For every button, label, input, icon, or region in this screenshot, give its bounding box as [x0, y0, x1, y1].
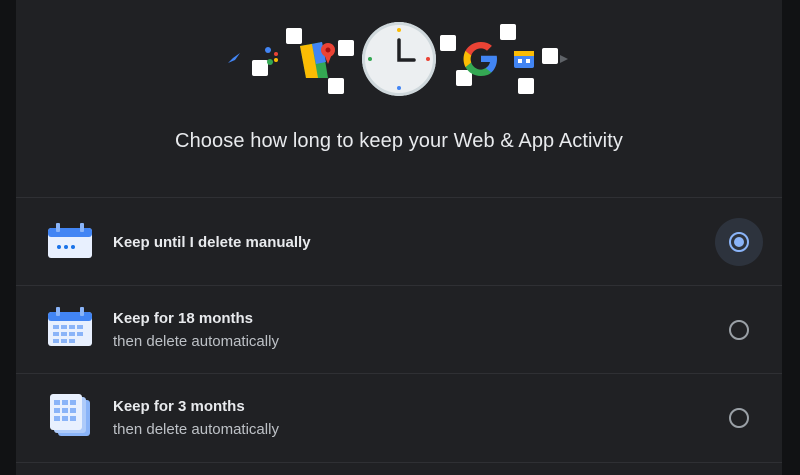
- decor-square: [542, 48, 558, 64]
- divider: [16, 285, 782, 286]
- activity-controls-panel: Choose how long to keep your Web & App A…: [16, 0, 782, 475]
- option-title: Keep for 18 months: [113, 310, 254, 327]
- rocket-icon: [228, 53, 240, 63]
- option-title: Keep until I delete manually: [113, 234, 311, 251]
- option-keep-manual[interactable]: Keep until I delete manually: [16, 200, 782, 284]
- option-subtitle: then delete automatically: [113, 333, 279, 350]
- calendar-icon: [48, 223, 92, 258]
- divider: [16, 462, 782, 463]
- divider: [16, 373, 782, 374]
- google-logo-icon: [463, 42, 497, 76]
- clock-icon: [362, 22, 436, 96]
- option-title: Keep for 3 months: [113, 398, 245, 415]
- option-keep-18-months[interactable]: Keep for 18 months then delete automatic…: [16, 288, 782, 372]
- decor-square: [518, 78, 534, 94]
- assistant-icon: [265, 47, 278, 65]
- decor-square: [500, 24, 516, 40]
- header-illustration: [16, 0, 782, 110]
- store-icon: [514, 51, 534, 68]
- option-subtitle: then delete automatically: [113, 421, 279, 438]
- decor-square: [338, 40, 354, 56]
- calendar-stack-icon: [50, 394, 90, 436]
- radio-button[interactable]: [729, 408, 749, 428]
- decor-square: [328, 78, 344, 94]
- play-icon: [560, 55, 568, 63]
- calendar-grid-icon: [48, 307, 92, 346]
- page-title: Choose how long to keep your Web & App A…: [175, 130, 623, 152]
- screen: Choose how long to keep your Web & App A…: [0, 0, 800, 475]
- decor-square: [440, 35, 456, 51]
- option-keep-3-months[interactable]: Keep for 3 months then delete automatica…: [16, 376, 782, 460]
- maps-icon: [300, 42, 335, 78]
- radio-button-selected[interactable]: [729, 232, 749, 252]
- divider: [16, 197, 782, 198]
- radio-button[interactable]: [729, 320, 749, 340]
